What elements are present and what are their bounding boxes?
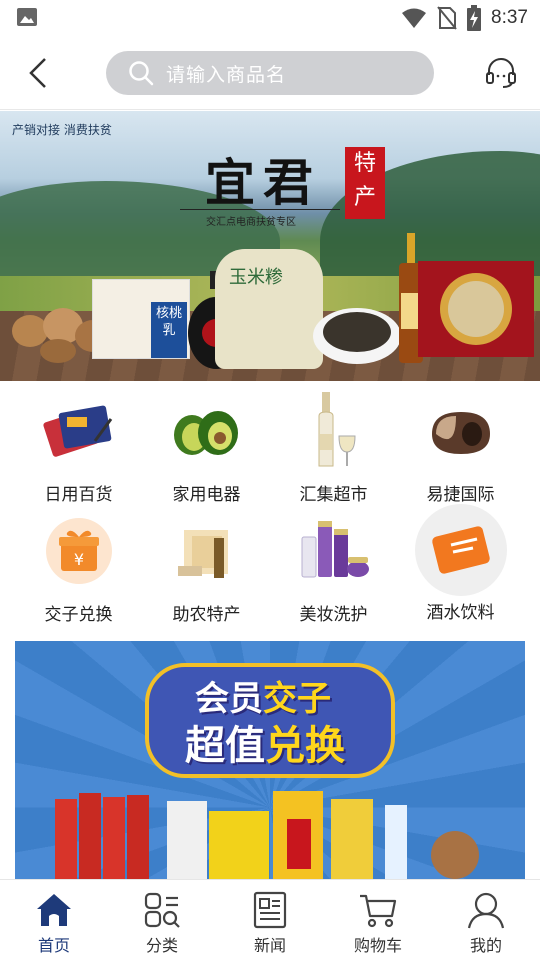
- category-icon: [144, 892, 180, 928]
- banner-divider: [180, 209, 340, 210]
- tab-label: 新闻: [253, 936, 286, 955]
- status-time: 8:37: [491, 7, 528, 28]
- tab-label: 购物车: [353, 936, 402, 955]
- home-icon: [37, 894, 71, 926]
- category-label: 汇集超市: [299, 485, 368, 505]
- local-product-icon: [177, 530, 228, 578]
- cosmetics-icon: [301, 521, 369, 578]
- category-label: 家用电器: [172, 485, 241, 505]
- category-item-drinks[interactable]: 酒水饮料: [398, 504, 523, 630]
- milk-box-image: 核桃乳: [92, 279, 190, 359]
- search-icon: [129, 61, 154, 86]
- category-item-daily-goods[interactable]: 日用百货: [16, 390, 141, 510]
- wifi-icon: [402, 8, 427, 28]
- svg-text:¥: ¥: [73, 550, 83, 569]
- category-item-supermarket[interactable]: 汇集超市: [271, 390, 396, 510]
- top-header: 请输入商品名: [0, 36, 540, 110]
- tab-label: 分类: [145, 936, 178, 955]
- massage-pillow-icon: [431, 412, 490, 454]
- tab-home[interactable]: 首页: [0, 880, 108, 960]
- wine-bottle-icon: [318, 392, 356, 467]
- promo-text: 超值: [185, 723, 265, 769]
- hero-banner[interactable]: 产销对接 消费扶贫 宜君 交汇点电商扶贫专区 特产 核桃乳 玉米糁: [0, 111, 540, 381]
- banner-subtitle: 交汇点电商扶贫专区: [206, 217, 296, 228]
- image-icon: [17, 8, 37, 26]
- battery-charging-icon: [467, 5, 482, 31]
- bottom-tab-bar: 首页 分类 新闻 购物车 我的: [0, 879, 540, 960]
- grain-sack-label: 玉米糁: [229, 267, 283, 288]
- tab-cart[interactable]: 购物车: [324, 880, 432, 960]
- search-placeholder: 请输入商品名: [166, 63, 287, 86]
- promo-text-highlight: 兑换: [265, 723, 345, 769]
- category-item-jiaozi-exchange[interactable]: ¥ 交子兑换: [16, 510, 141, 630]
- gift-box-image: [418, 261, 534, 357]
- category-label: 日用百货: [44, 485, 113, 505]
- news-icon: [253, 891, 287, 929]
- grain-sack-image: 玉米糁: [215, 249, 323, 369]
- chevron-left-icon: [29, 58, 46, 88]
- banner-title: 宜君: [205, 153, 321, 212]
- tab-profile[interactable]: 我的: [432, 880, 540, 960]
- cart-icon: [360, 894, 397, 928]
- category-item-yijie-international[interactable]: 易捷国际: [398, 390, 523, 510]
- promo-line-2: 超值兑换: [185, 713, 345, 771]
- headset-icon: [486, 58, 516, 88]
- category-label: 助农特产: [172, 605, 241, 625]
- tab-category[interactable]: 分类: [108, 880, 216, 960]
- tab-label: 我的: [469, 936, 502, 955]
- milk-box-label: 核桃乳: [151, 302, 187, 358]
- promo-banner[interactable]: 会员交子 超值兑换: [15, 641, 525, 879]
- daily-goods-icon: [42, 405, 112, 457]
- banner-stamp: 特产: [345, 147, 385, 219]
- banner-tagline: 产销对接 消费扶贫: [12, 123, 112, 137]
- tab-label: 首页: [37, 936, 70, 955]
- category-label: 美妆洗护: [299, 605, 368, 625]
- status-bar: 8:37: [0, 0, 540, 36]
- category-label: 酒水饮料: [426, 603, 495, 623]
- dried-food-bowl-image: [313, 308, 401, 364]
- category-item-farm-specialties[interactable]: 助农特产: [144, 510, 269, 630]
- back-button[interactable]: [20, 54, 56, 92]
- category-item-beauty-care[interactable]: 美妆洗护: [271, 510, 396, 630]
- category-label: 交子兑换: [44, 605, 113, 625]
- search-input[interactable]: 请输入商品名: [106, 51, 434, 95]
- card-icon: [431, 526, 490, 574]
- promo-products-image: [55, 791, 479, 879]
- category-grid: 日用百货 家用电器 汇集超市 易捷国际 ¥ 交子兑换 助农特产 美妆洗护 酒水饮…: [0, 382, 540, 632]
- user-icon: [467, 892, 505, 929]
- customer-service-button[interactable]: [482, 53, 520, 93]
- category-item-home-appliances[interactable]: 家用电器: [144, 390, 269, 510]
- tab-news[interactable]: 新闻: [216, 880, 324, 960]
- category-label: 易捷国际: [426, 485, 495, 505]
- gift-box-icon: ¥: [45, 518, 112, 584]
- avocado-icon: [173, 411, 238, 455]
- no-sim-icon: [437, 6, 457, 30]
